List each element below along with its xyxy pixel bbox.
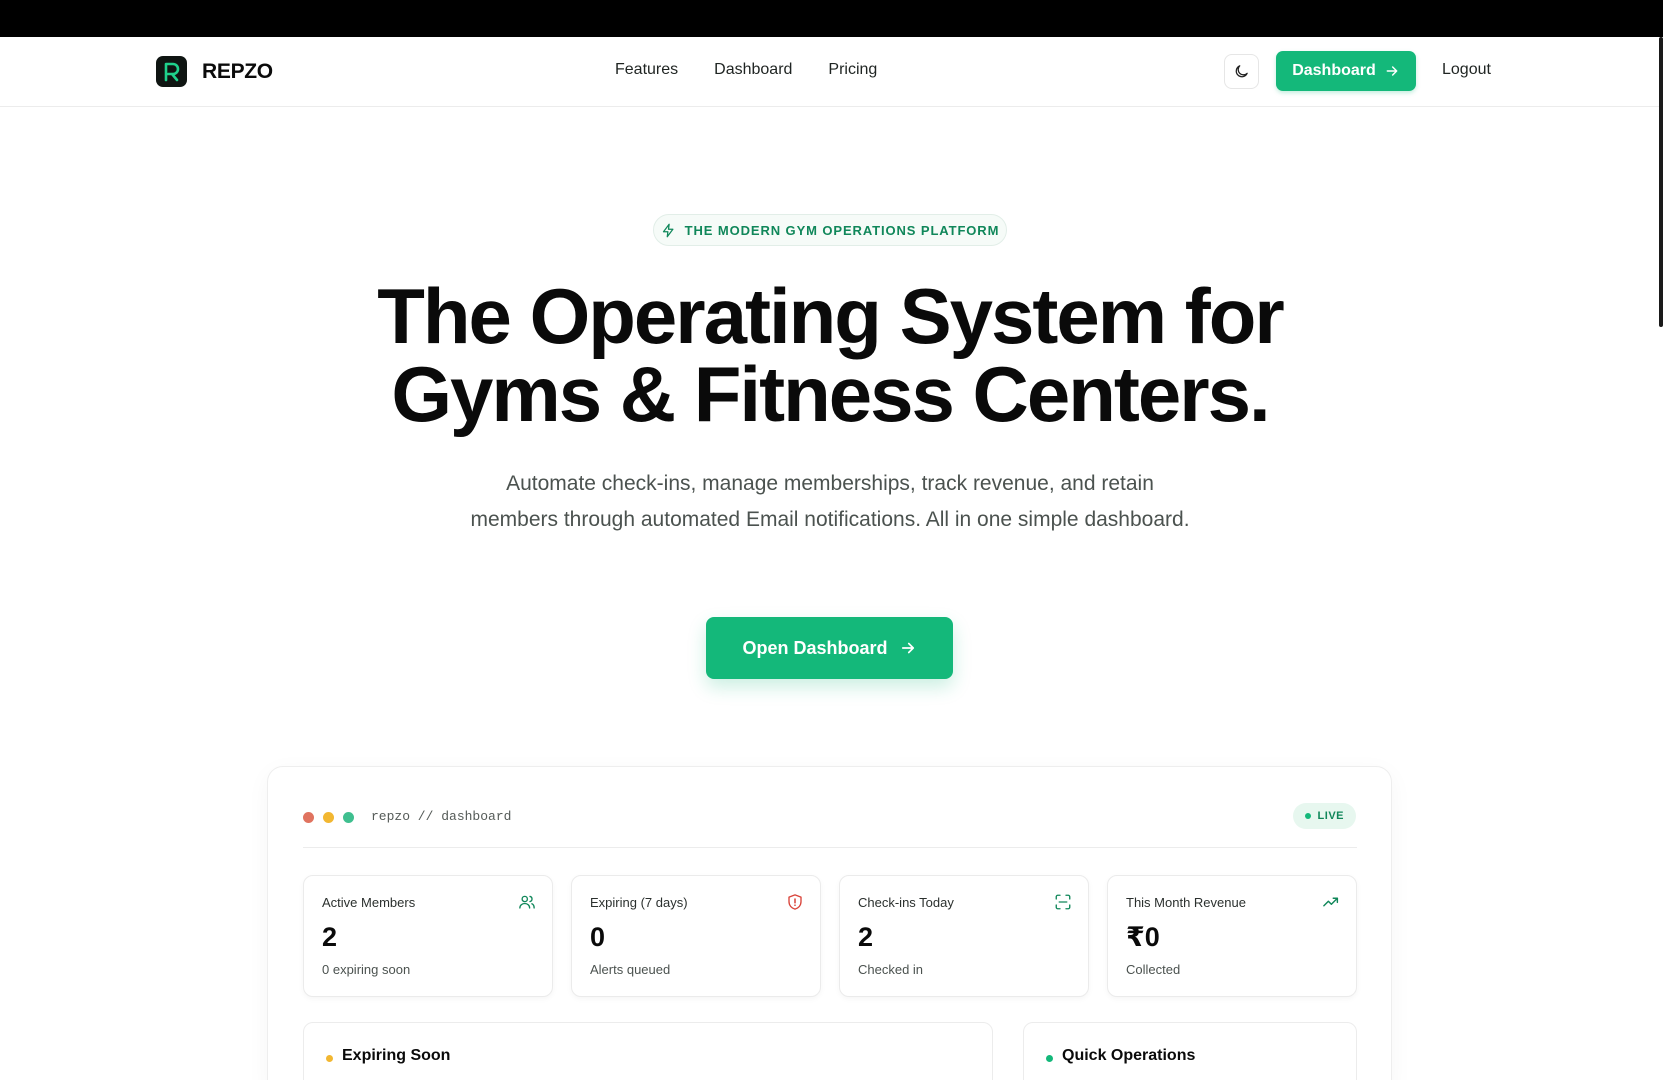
arrow-right-icon — [1386, 66, 1398, 76]
stat-label: Expiring (7 days) — [590, 895, 688, 910]
repzo-logo-icon — [156, 56, 187, 87]
brand-name: REPZO — [202, 59, 273, 83]
window-dot-red — [303, 812, 314, 823]
stat-card-checkins: Check-ins Today 2 Checked in — [839, 875, 1089, 997]
header-dashboard-button[interactable]: Dashboard — [1276, 51, 1416, 91]
open-dashboard-button[interactable]: Open Dashboard — [706, 617, 953, 679]
dashboard-preview: repzo // dashboard LIVE Active Members 2… — [267, 766, 1392, 1080]
header-dashboard-label: Dashboard — [1292, 62, 1376, 79]
logout-link[interactable]: Logout — [1442, 61, 1491, 79]
browser-top-bar — [0, 0, 1663, 37]
stat-label: Check-ins Today — [858, 895, 954, 910]
hero-title-line-1: The Operating System for — [377, 272, 1285, 360]
live-dot — [1304, 813, 1311, 819]
window-dot-yellow — [323, 812, 334, 823]
preview-window-title: repzo // dashboard — [371, 809, 512, 824]
open-dashboard-label: Open Dashboard — [742, 637, 888, 658]
panel-dot-yellow — [326, 1055, 333, 1062]
primary-nav: Features Dashboard Pricing — [615, 61, 877, 79]
nav-link-features[interactable]: Features — [615, 61, 678, 79]
hero-badge-text: THE MODERN GYM OPERATIONS PLATFORM — [684, 222, 1000, 238]
hero-title-line-2: Gyms & Fitness Centers. — [391, 350, 1270, 438]
nav-link-dashboard[interactable]: Dashboard — [714, 61, 792, 79]
stat-label: This Month Revenue — [1126, 895, 1246, 910]
stat-card-revenue: This Month Revenue ₹0 Collected — [1107, 875, 1357, 997]
panel-title: Expiring Soon — [342, 1047, 451, 1064]
scan-icon — [1055, 894, 1071, 910]
hero-subtitle: Automate check-ins, manage memberships, … — [470, 472, 1190, 531]
site-header: REPZO Features Dashboard Pricing Dashboa… — [0, 37, 1659, 107]
shield-alert-icon — [788, 894, 802, 910]
window-dot-green — [343, 812, 354, 823]
stat-value: 2 — [322, 922, 338, 952]
nav-link-pricing[interactable]: Pricing — [828, 61, 877, 79]
scrollbar-thumb[interactable] — [1659, 37, 1663, 327]
stat-note: 0 expiring soon — [322, 962, 411, 977]
moon-icon — [1235, 65, 1248, 78]
stat-note: Alerts queued — [590, 962, 671, 977]
stats-row: Active Members 2 0 expiring soon Expirin… — [303, 875, 1357, 997]
window-controls — [303, 812, 354, 823]
theme-toggle-button[interactable] — [1224, 54, 1259, 89]
trending-up-icon — [1323, 897, 1339, 907]
panel-title: Quick Operations — [1062, 1047, 1196, 1064]
stat-value: ₹0 — [1126, 922, 1160, 952]
lightning-icon — [662, 223, 674, 237]
live-status-text: LIVE — [1317, 810, 1344, 822]
live-status-badge: LIVE — [1292, 803, 1356, 829]
stat-note: Checked in — [858, 962, 924, 977]
stat-value: 2 — [858, 922, 874, 952]
page-scrollbar[interactable] — [1659, 37, 1663, 1080]
users-icon — [519, 895, 535, 909]
stat-value: 0 — [590, 922, 606, 952]
stat-card-expiring: Expiring (7 days) 0 Alerts queued — [571, 875, 821, 997]
stat-label: Active Members — [322, 895, 416, 910]
brand-home-link[interactable]: REPZO — [156, 56, 273, 87]
arrow-right-icon — [901, 642, 914, 654]
quick-operations-panel: Quick Operations — [1023, 1022, 1357, 1080]
hero-badge: THE MODERN GYM OPERATIONS PLATFORM — [653, 214, 1007, 246]
stat-card-active-members: Active Members 2 0 expiring soon — [303, 875, 553, 997]
preview-divider — [303, 847, 1357, 848]
stat-note: Collected — [1126, 962, 1181, 977]
panel-dot-green — [1046, 1055, 1053, 1062]
expiring-soon-panel: Expiring Soon — [303, 1022, 993, 1080]
hero-title: The Operating System for Gyms & Fitness … — [230, 277, 1430, 433]
